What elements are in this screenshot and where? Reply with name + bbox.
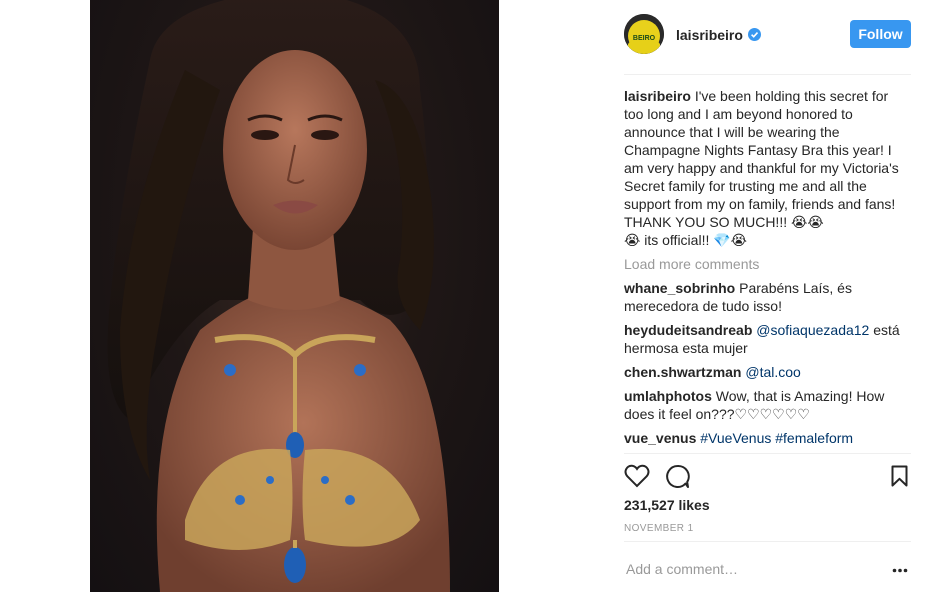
save-bookmark-icon[interactable]	[891, 465, 908, 487]
comment-username[interactable]: heydudeitsandreab	[624, 322, 752, 338]
comment-username[interactable]: chen.shwartzman	[624, 364, 741, 380]
comment-mention[interactable]: @sofiaquezada12	[756, 322, 869, 338]
comment-bubble-icon[interactable]	[665, 464, 690, 489]
comment-item: heydudeitsandreab @sofiaquezada12 está h…	[624, 321, 911, 357]
avatar[interactable]: BEIRO	[624, 14, 664, 54]
header-divider	[624, 74, 911, 75]
comment-input-divider	[624, 541, 911, 542]
comment-item: umlahphotos Wow, that is Amazing! How do…	[624, 387, 911, 423]
add-comment-input[interactable]: Add a comment…	[626, 561, 738, 577]
verified-badge-icon	[748, 28, 761, 41]
comment-hashtags[interactable]: #VueVenus #femaleform	[700, 430, 853, 446]
photo-illustration	[107, 0, 450, 592]
comment-username[interactable]: vue_venus	[624, 430, 696, 446]
comment-item: vue_venus #VueVenus #femaleform	[624, 429, 911, 447]
post-header: BEIRO laisribeiro Follow	[624, 14, 911, 58]
caption-username[interactable]: laisribeiro	[624, 88, 691, 104]
caption: laisribeiro I've been holding this secre…	[624, 87, 911, 249]
comment-username[interactable]: umlahphotos	[624, 388, 712, 404]
comments-list: laisribeiro I've been holding this secre…	[624, 87, 911, 447]
avatar-jersey-text: BEIRO	[633, 35, 656, 42]
comment-item: whane_sobrinho Parabéns Laís, és mereced…	[624, 279, 911, 315]
comment-mention[interactable]: @tal.coo	[745, 364, 800, 380]
follow-button[interactable]: Follow	[850, 20, 911, 48]
load-more-comments-link[interactable]: Load more comments	[624, 255, 911, 273]
post-actions	[624, 463, 911, 491]
more-options-icon[interactable]	[892, 568, 908, 573]
post-date[interactable]: NOVEMBER 1	[624, 523, 694, 534]
likes-count[interactable]: 231,527 likes	[624, 497, 710, 513]
caption-text: I've been holding this secret for too lo…	[624, 88, 899, 230]
comment-username[interactable]: whane_sobrinho	[624, 280, 735, 296]
actions-divider	[624, 453, 911, 454]
post-panel: BEIRO laisribeiro Follow laisribeiro I'v…	[624, 0, 911, 592]
comment-item: chen.shwartzman @tal.coo	[624, 363, 911, 381]
post-username[interactable]: laisribeiro	[676, 27, 743, 43]
caption-text-2: 😭 its official!! 💎😭	[624, 232, 748, 248]
post-photo[interactable]	[90, 0, 499, 592]
like-heart-icon[interactable]	[624, 464, 650, 488]
